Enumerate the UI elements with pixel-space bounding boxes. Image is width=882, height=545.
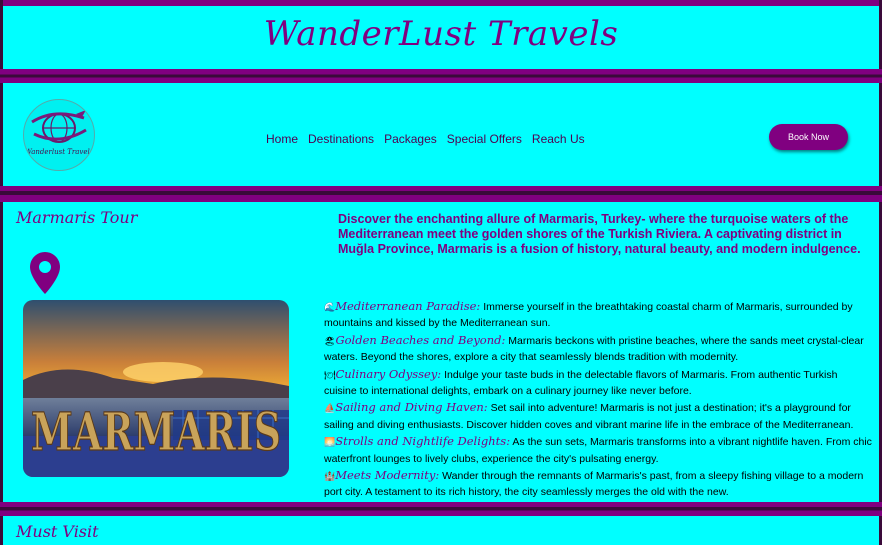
globe-icon (31, 110, 87, 143)
header-divider (0, 69, 882, 83)
marmaris-photo: MARMARIS (23, 300, 289, 477)
feature-title: Sailing and Diving Haven: (335, 400, 488, 415)
nav-packages[interactable]: Packages (384, 132, 437, 146)
nav-home[interactable]: Home (266, 132, 298, 146)
sailboat-icon: ⛵ (324, 403, 336, 414)
must-visit-title: Must Visit (16, 522, 99, 541)
sunset-icon: 🌅 (324, 437, 336, 448)
feature-title: Strolls and Nightlife Delights: (335, 434, 511, 449)
feature-list: 🌊Mediterranean Paradise: Immerse yoursel… (324, 298, 872, 501)
tour-title: Marmaris Tour (16, 208, 138, 227)
book-now-button[interactable]: Book Now (769, 124, 848, 150)
nav-special-offers[interactable]: Special Offers (447, 132, 522, 146)
logo[interactable]: Wanderlust Travels (23, 99, 95, 171)
feature-title: Meets Modernity: (335, 468, 440, 483)
section-divider (0, 502, 882, 516)
tour-intro: Discover the enchanting allure of Marmar… (338, 212, 861, 256)
feature-item: ⛵Sailing and Diving Haven: Set sail into… (324, 399, 872, 433)
top-border (0, 0, 882, 6)
nav-reach-us[interactable]: Reach Us (532, 132, 585, 146)
location-pin-icon (30, 252, 60, 294)
feature-item: 🏰Meets Modernity: Wander through the rem… (324, 467, 872, 501)
castle-icon: 🏰 (324, 471, 336, 482)
feature-title: Mediterranean Paradise: (335, 299, 481, 313)
feature-title: Golden Beaches and Beyond: (335, 332, 506, 347)
nav-destinations[interactable]: Destinations (308, 132, 374, 146)
wave-icon: 🌊 (324, 302, 336, 312)
beach-icon: 🏖 (324, 335, 336, 346)
logo-text: Wanderlust Travels (24, 148, 94, 156)
feature-title: Culinary Odyssey: (335, 366, 442, 381)
site-title: WanderLust Travels (263, 14, 619, 54)
nav-menu: Home Destinations Packages Special Offer… (266, 132, 585, 146)
dining-icon: 🍽 (324, 369, 336, 380)
feature-item: 🍽Culinary Odyssey: Indulge your taste bu… (324, 366, 872, 400)
marmaris-sign: MARMARIS (31, 402, 281, 463)
feature-item: 🏖Golden Beaches and Beyond: Marmaris bec… (324, 332, 872, 366)
feature-item: 🌅Strolls and Nightlife Delights: As the … (324, 433, 872, 467)
feature-item: 🌊Mediterranean Paradise: Immerse yoursel… (324, 298, 872, 332)
nav-divider (0, 186, 882, 202)
